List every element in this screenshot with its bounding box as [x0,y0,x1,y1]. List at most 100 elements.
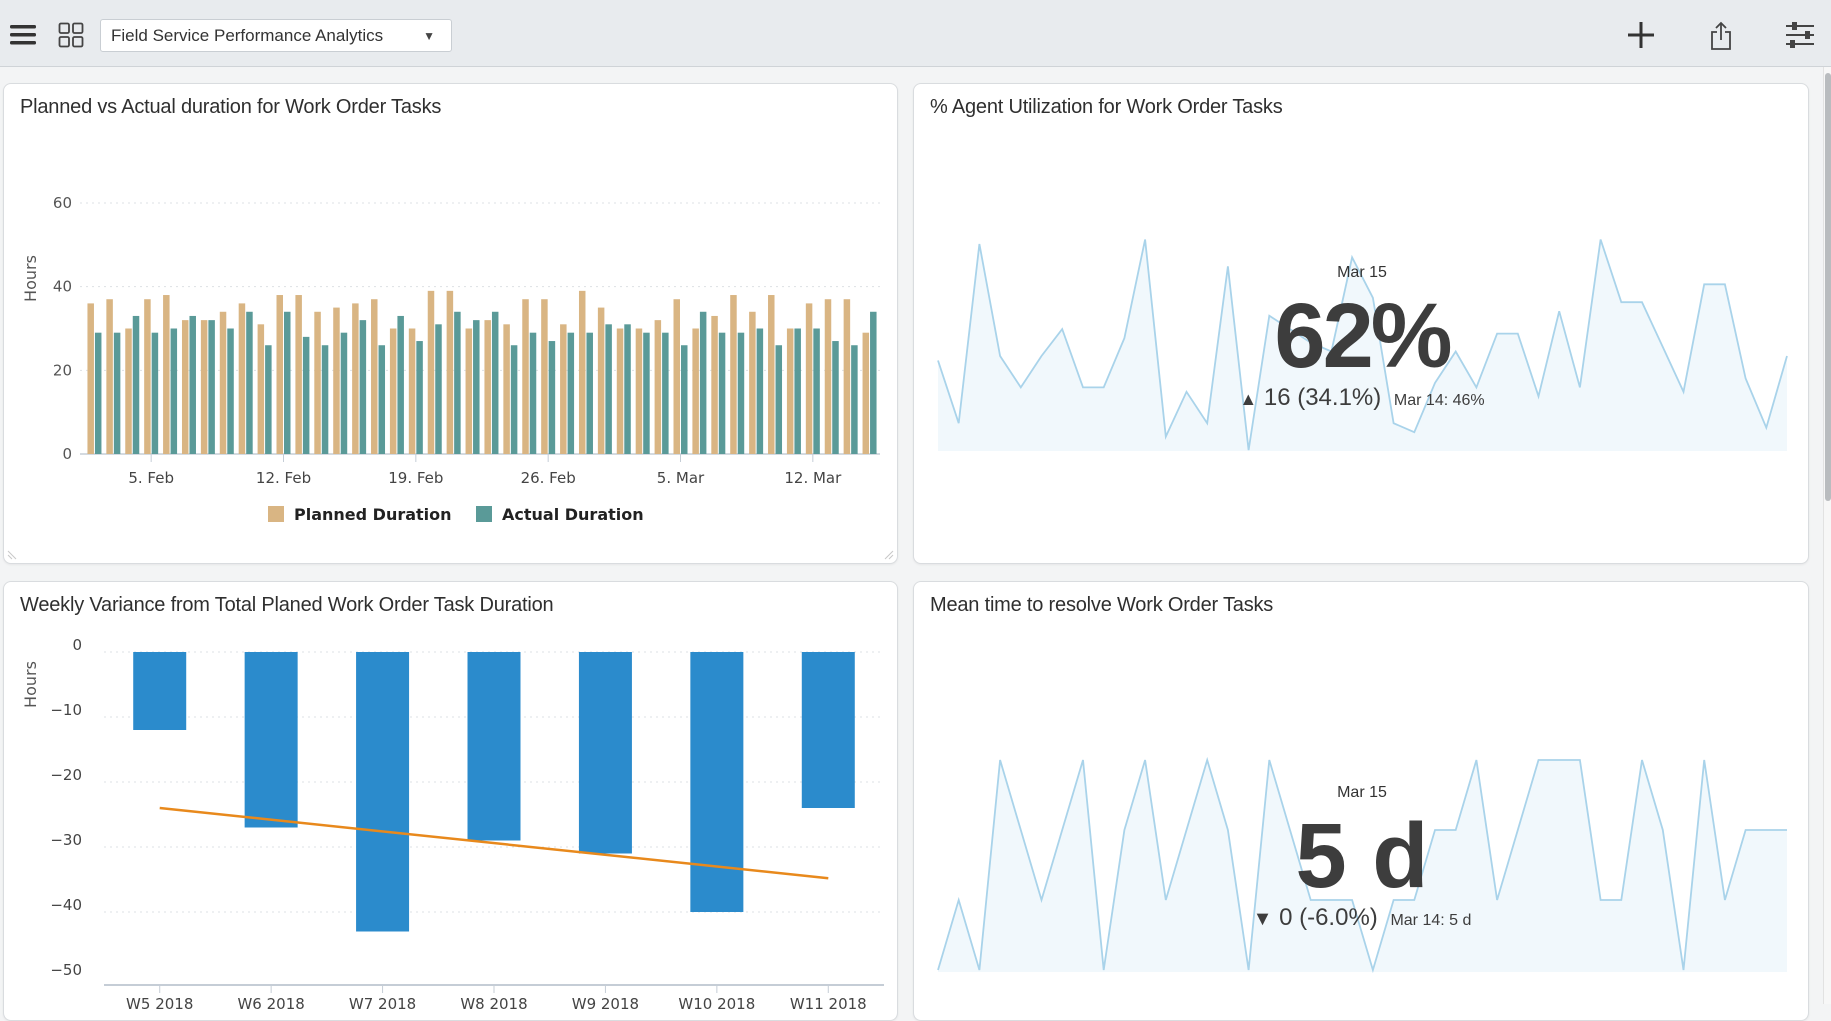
resize-handle-left-icon[interactable] [6,547,20,561]
planned-bar [106,299,113,454]
sliders-icon[interactable] [1783,19,1817,51]
planned-bar [163,295,170,454]
page-scrollbar[interactable] [1823,67,1831,1004]
panel-weekly-variance: Weekly Variance from Total Planed Work O… [3,581,898,1021]
actual-bar [265,345,272,454]
actual-bar [794,329,801,455]
planned-bar [428,291,435,454]
planned-bar [201,320,208,454]
actual-bar [473,320,480,454]
planned-bar [674,299,681,454]
grid-view-icon[interactable] [56,21,86,49]
planned-bar [220,312,227,454]
actual-bar [643,333,650,454]
x-tick-label: W10 2018 [678,995,755,1013]
variance-bar [133,652,186,730]
kpi-date: Mar 15 [1162,264,1562,282]
hamburger-menu-icon[interactable] [8,22,38,48]
y-tick-label: 20 [53,361,72,379]
variance-bar [579,652,632,854]
planned-bar [466,329,473,455]
actual-bar [379,345,386,454]
actual-bar [416,341,423,454]
legend-label-actual: Actual Duration [502,505,644,524]
planned-bar [768,295,775,454]
y-tick-label: −50 [50,961,82,979]
actual-bar [152,333,159,454]
resize-handle-right-icon[interactable] [881,547,895,561]
planned-bar [806,303,813,454]
planned-bar [239,303,246,454]
actual-bar [870,312,877,454]
x-tick-label: W8 2018 [460,995,527,1013]
actual-bar [171,329,178,455]
actual-bar [246,312,253,454]
x-tick-label: W6 2018 [237,995,304,1013]
planned-bar [541,299,548,454]
up-arrow-icon: ▲ [1239,389,1257,409]
chevron-down-icon: ▼ [423,29,435,43]
variance-bar [356,652,409,932]
dashboard-select[interactable]: Field Service Performance Analytics ▼ [100,19,452,52]
x-tick-label: W9 2018 [572,995,639,1013]
actual-bar [303,337,310,454]
kpi-value: 5 d [1162,810,1562,902]
actual-bar [133,316,140,454]
variance-bar [245,652,298,828]
plus-icon[interactable] [1625,19,1657,51]
x-tick-label: W7 2018 [349,995,416,1013]
actual-bar [605,324,612,454]
y-tick-label: −40 [50,896,82,914]
planned-bar [295,295,302,454]
planned-bar [655,320,662,454]
actual-bar [492,312,499,454]
planned-bar [447,291,454,454]
actual-bar [662,333,669,454]
x-tick-label: 5. Mar [657,469,705,487]
planned-bar [522,299,529,454]
planned-bar [730,295,737,454]
x-tick-label: 12. Feb [256,469,311,487]
planned-bar [125,329,132,455]
y-axis-label: Hours [21,255,40,302]
kpi-delta-row: ▼ 0 (-6.0%) Mar 14: 5 d [1162,904,1562,932]
y-tick-label: −20 [50,766,82,784]
planned-bar [617,329,624,455]
kpi-delta: 0 (-6.0%) [1279,904,1378,931]
planned-bar [277,295,284,454]
scrollbar-thumb[interactable] [1825,73,1831,501]
kpi-previous: Mar 14: 46% [1394,392,1485,409]
actual-bar [454,312,461,454]
actual-bar [208,320,215,454]
y-axis-label: Hours [21,661,40,708]
kpi-delta: 16 (34.1%) [1264,384,1381,411]
planned-bar [390,329,397,455]
x-tick-label: W11 2018 [790,995,867,1013]
actual-bar [549,341,556,454]
planned-bar [636,329,643,455]
panel-agent-utilization: % Agent Utilization for Work Order Tasks… [913,83,1809,564]
legend-label-planned: Planned Duration [294,505,452,524]
actual-bar [114,333,121,454]
y-tick-label: 60 [53,194,72,212]
actual-bar [530,333,537,454]
kpi-delta-row: ▲ 16 (34.1%) Mar 14: 46% [1162,384,1562,412]
share-icon[interactable] [1705,19,1737,53]
y-tick-label: 0 [62,445,72,463]
actual-bar [360,320,367,454]
x-tick-label: 26. Feb [521,469,576,487]
actual-bar [511,345,518,454]
actual-bar [568,333,575,454]
planned-bar [144,299,151,454]
kpi-agent-utilization: Mar 15 62% ▲ 16 (34.1%) Mar 14: 46% [1162,264,1562,412]
weekly-variance-chart: 0−10−20−30−40−50HoursW5 2018W6 2018W7 20… [4,582,898,1021]
actual-bar [738,333,745,454]
planned-bar [560,324,567,454]
actual-bar [435,324,442,454]
variance-bar [690,652,743,912]
actual-bar [813,329,820,455]
actual-bar [776,345,783,454]
planned-bar [863,333,870,454]
kpi-date: Mar 15 [1162,784,1562,802]
actual-bar [322,345,329,454]
